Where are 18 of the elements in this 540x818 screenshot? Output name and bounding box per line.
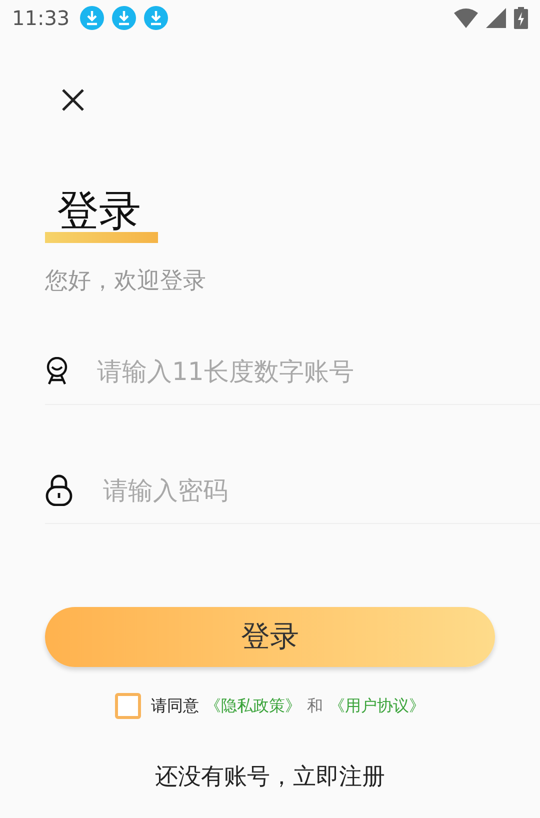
signal-icon	[486, 8, 506, 28]
welcome-subtitle: 您好，欢迎登录	[45, 267, 207, 296]
download-icon	[144, 6, 168, 30]
page-title: 登录	[56, 186, 142, 236]
password-field[interactable]: 请输入密码	[101, 474, 540, 506]
agreement-checkbox[interactable]	[115, 693, 141, 719]
person-icon	[45, 357, 69, 385]
account-field[interactable]: 请输入11长度数字账号	[95, 356, 540, 386]
login-button[interactable]: 登录	[45, 607, 495, 667]
battery-icon	[514, 7, 528, 29]
status-time: 11:33	[12, 6, 70, 30]
lock-icon	[45, 474, 73, 506]
agreement-joiner: 和	[307, 696, 323, 716]
download-icon	[80, 6, 104, 30]
wifi-icon	[454, 8, 478, 28]
agreement-text: 请同意	[151, 696, 199, 716]
register-link[interactable]: 还没有账号，立即注册	[45, 761, 495, 792]
download-icon	[112, 6, 136, 30]
